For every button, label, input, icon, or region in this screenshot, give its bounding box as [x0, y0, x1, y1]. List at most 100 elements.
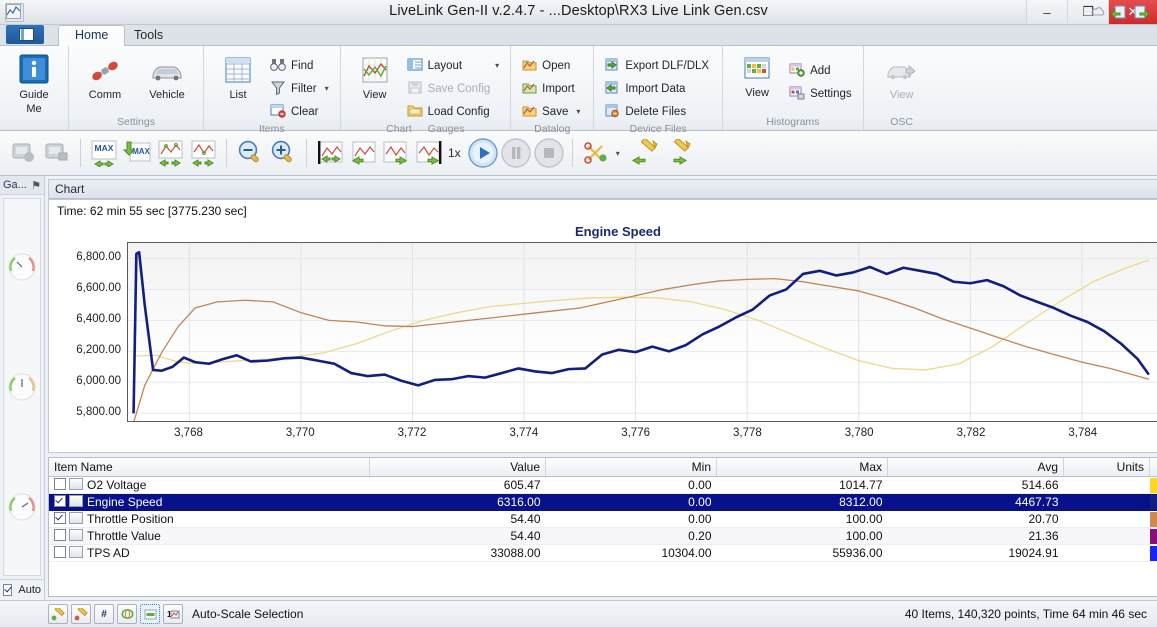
row-checkbox[interactable] [54, 495, 66, 507]
chart-marker-fwd-icon[interactable] [380, 137, 412, 169]
find-button[interactable]: Find [268, 55, 334, 76]
line-color-swatch[interactable] [1150, 512, 1157, 527]
table-row[interactable]: Engine Speed6316.000.008312.004467.73 [49, 494, 1157, 511]
vehicle-button[interactable]: Vehicle [139, 56, 195, 103]
comm-button[interactable]: Comm [77, 56, 133, 103]
redo-page-icon[interactable] [1133, 5, 1149, 22]
cell-line-color[interactable] [1150, 511, 1157, 528]
layout-button[interactable]: Layout ▾ [405, 55, 505, 76]
histogram-settings-button[interactable]: Settings [787, 83, 857, 104]
chevron-down-icon[interactable]: ▾ [325, 84, 329, 93]
table-row[interactable]: O2 Voltage605.470.001014.77514.66 [49, 477, 1157, 494]
cell-line-color[interactable] [1150, 545, 1157, 562]
line-color-swatch[interactable] [1150, 529, 1157, 544]
row-checkbox[interactable] [54, 529, 66, 541]
pin-icon[interactable]: ⚑ [31, 179, 41, 192]
chart-start-marker-icon[interactable] [314, 137, 346, 169]
filter-button[interactable]: Filter ▾ [268, 78, 334, 99]
import-datalog-button[interactable]: Import [519, 78, 585, 99]
max-next-icon[interactable]: MAX [121, 137, 153, 169]
save-datalog-button[interactable]: Save ▾ [519, 101, 585, 122]
row-checkbox[interactable] [54, 546, 66, 558]
clear-button[interactable]: Clear [268, 101, 334, 122]
row-checkbox[interactable] [54, 512, 66, 524]
save-config-button[interactable]: Save Config [405, 78, 505, 99]
auto-toggle[interactable]: Auto [0, 579, 44, 600]
load-config-button[interactable]: Load Config [405, 101, 505, 122]
pause-button[interactable] [500, 137, 532, 169]
playback-speed-label[interactable]: 1x [448, 146, 461, 160]
cell-item-name[interactable]: Throttle Position [49, 511, 370, 528]
gauge-3[interactable] [7, 492, 37, 522]
edit-prev-icon[interactable] [627, 137, 659, 169]
table-row[interactable]: Throttle Value54.400.20100.0021.36 [49, 528, 1157, 545]
chart-end-marker-icon[interactable] [413, 137, 445, 169]
minimize-button[interactable]: – [1026, 0, 1067, 24]
tab-tools[interactable]: Tools [118, 25, 179, 45]
table-row[interactable]: Throttle Position54.400.00100.0020.70 [49, 511, 1157, 528]
chart-plot-area[interactable] [127, 242, 1157, 422]
cell-item-name[interactable]: TPS AD [49, 545, 370, 562]
chart-y-axis: 6,800.006,600.006,400.006,200.006,000.00… [49, 242, 127, 420]
chart-marker-back-icon[interactable] [347, 137, 379, 169]
marker-add-icon[interactable] [48, 604, 68, 624]
cell-item-name[interactable]: Engine Speed [49, 494, 370, 511]
auto-checkbox[interactable] [3, 584, 12, 596]
auto-scale-icon[interactable] [140, 604, 160, 624]
cell-line-color[interactable] [1150, 494, 1157, 511]
chart-step-back-icon[interactable] [154, 137, 186, 169]
column-header-avg[interactable]: Avg [888, 458, 1064, 477]
cycle-icon[interactable] [117, 604, 137, 624]
cell-line-color[interactable] [1150, 528, 1157, 545]
line-color-swatch[interactable] [1150, 546, 1157, 561]
open-datalog-button[interactable]: Open [519, 55, 585, 76]
osc-view-label: View [890, 89, 914, 101]
cut-icon[interactable] [580, 137, 612, 169]
max-prev-icon[interactable]: MAX [88, 137, 120, 169]
column-header-max[interactable]: Max [717, 458, 888, 477]
column-header-units[interactable]: Units [1064, 458, 1150, 477]
play-button[interactable] [467, 137, 499, 169]
delete-files-button[interactable]: Delete Files [602, 101, 714, 122]
chevron-down-icon[interactable]: ▾ [616, 149, 620, 158]
chevron-down-icon[interactable]: ▾ [576, 107, 580, 116]
stop-button[interactable] [533, 137, 565, 169]
application-menu-button[interactable]: ▾ [6, 25, 44, 44]
tab-home[interactable]: Home [58, 25, 125, 46]
cell-line-color[interactable] [1150, 477, 1157, 494]
hash-icon[interactable]: # [94, 604, 114, 624]
gauge-1[interactable] [7, 252, 37, 282]
import-data-button[interactable]: Import Data [602, 78, 714, 99]
histogram-view-button[interactable]: View [729, 54, 785, 101]
guide-me-button[interactable]: Guide Me [6, 52, 62, 117]
cell-item-name[interactable]: O2 Voltage [49, 477, 370, 494]
undo-page-icon[interactable] [1111, 5, 1127, 22]
zoom-in-icon[interactable] [267, 137, 299, 169]
line-color-swatch[interactable] [1150, 495, 1157, 510]
osc-view-button[interactable]: View [874, 56, 930, 103]
column-header-item-name[interactable]: Item Name [49, 458, 370, 477]
column-header-line[interactable]: Line [1150, 458, 1157, 477]
marker-remove-icon[interactable] [71, 604, 91, 624]
line-color-swatch[interactable] [1150, 478, 1157, 493]
edit-next-icon[interactable] [660, 137, 692, 169]
row-checkbox[interactable] [54, 478, 66, 490]
load-config-label: Load Config [428, 106, 490, 118]
save-datalog-label: Save [542, 106, 568, 118]
zoom-out-icon[interactable] [234, 137, 266, 169]
scale-selection-icon[interactable]: 1 [163, 604, 183, 624]
cloud-icon[interactable] [1091, 6, 1105, 21]
device-gauge-left-icon[interactable] [8, 137, 40, 169]
chart-view-button[interactable]: View [347, 54, 403, 103]
table-row[interactable]: TPS AD33088.0010304.0055936.0019024.91 [49, 545, 1157, 562]
chevron-down-icon[interactable]: ▾ [495, 61, 499, 70]
device-gauge-right-icon[interactable] [41, 137, 73, 169]
cell-item-name[interactable]: Throttle Value [49, 528, 370, 545]
chart-step-fwd-icon[interactable] [187, 137, 219, 169]
column-header-min[interactable]: Min [546, 458, 717, 477]
list-button[interactable]: List [210, 54, 266, 103]
export-dlf-dlx-button[interactable]: Export DLF/DLX [602, 55, 714, 76]
gauge-2[interactable] [7, 372, 37, 402]
column-header-value[interactable]: Value [370, 458, 546, 477]
histogram-add-button[interactable]: Add [787, 60, 857, 81]
